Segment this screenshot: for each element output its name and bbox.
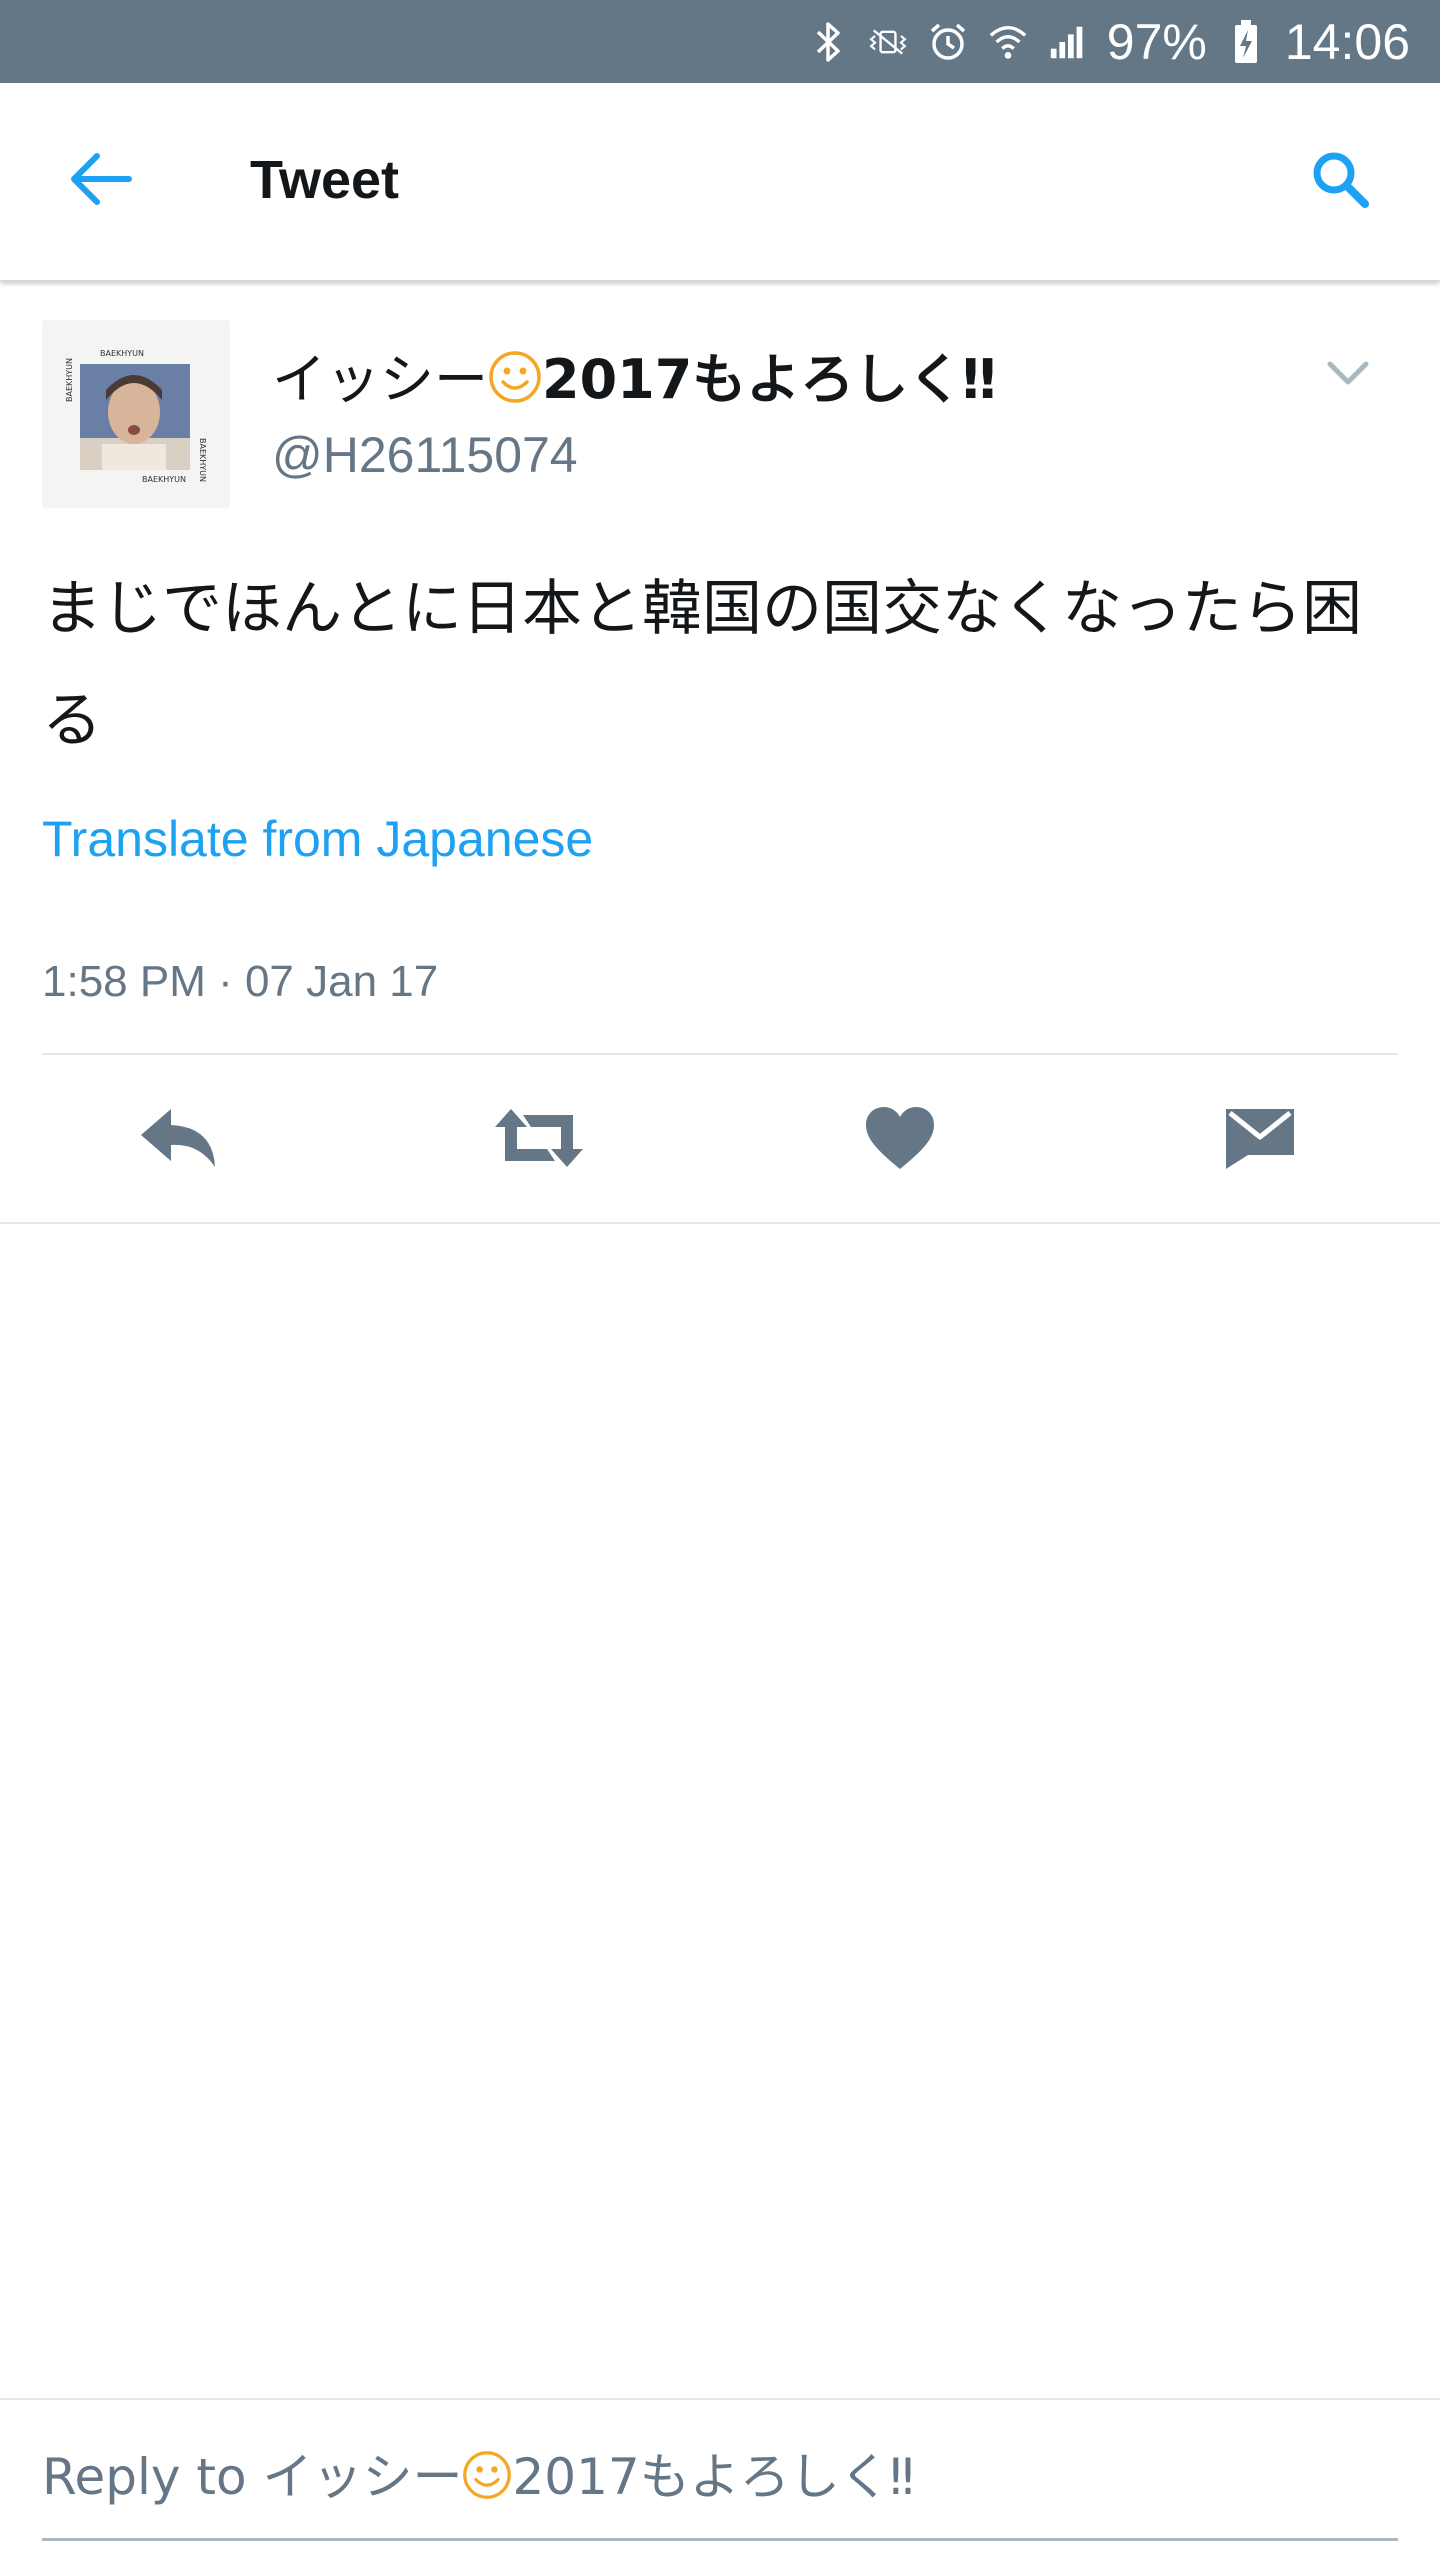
arrow-left-icon bbox=[67, 151, 133, 211]
clock-time: 14:06 bbox=[1284, 13, 1410, 70]
direct-message-button[interactable] bbox=[1205, 1095, 1315, 1185]
reply-input-underline bbox=[42, 2538, 1398, 2541]
reply-placeholder: Reply to イッシー 2017もよろしく‼ bbox=[42, 2450, 914, 2511]
tweet-actions bbox=[0, 1055, 1440, 1221]
search-button[interactable] bbox=[1292, 141, 1388, 221]
reply-prefix: Reply to bbox=[42, 2448, 247, 2506]
tweet-timestamp: 1:58 PM · 07 Jan 17 bbox=[42, 957, 439, 1006]
status-icons: 97% 14:06 bbox=[807, 0, 1410, 83]
bluetooth-icon bbox=[807, 21, 849, 63]
retweet-button[interactable] bbox=[484, 1095, 594, 1185]
svg-text:BAEKHYUN: BAEKHYUN bbox=[100, 349, 144, 358]
display-name[interactable]: イッシー 2017もよろしく‼ bbox=[272, 350, 996, 415]
reply-icon bbox=[137, 1105, 221, 1175]
vibrate-icon bbox=[867, 21, 909, 63]
reply-button[interactable] bbox=[124, 1095, 234, 1185]
svg-text:BAEKHYUN: BAEKHYUN bbox=[142, 475, 186, 484]
tweet-text: まじでほんとに日本と韓国の国交なくなったら困る bbox=[42, 574, 1362, 756]
tweet-menu-button[interactable] bbox=[1318, 350, 1378, 400]
smiley-icon bbox=[462, 2450, 512, 2511]
signal-icon bbox=[1047, 21, 1089, 63]
retweet-icon bbox=[491, 1105, 587, 1175]
smiley-icon bbox=[488, 350, 542, 415]
avatar[interactable]: BAEKHYUN BAEKHYUN BAEKHYUN BAEKHYUN bbox=[42, 320, 230, 508]
search-icon bbox=[1309, 148, 1371, 214]
divider bbox=[0, 1222, 1440, 1224]
translate-link[interactable]: Translate from Japanese bbox=[42, 812, 593, 867]
display-name-suffix: 2017もよろしく‼ bbox=[542, 348, 997, 411]
back-button[interactable] bbox=[52, 141, 148, 221]
like-button[interactable] bbox=[845, 1095, 955, 1185]
tweet-detail-screen: 97% 14:06 Tweet BAEKHYUN BAEKHYUN BAEKHY… bbox=[0, 0, 1440, 2560]
reply-input[interactable]: Reply to イッシー 2017もよろしく‼ bbox=[42, 2402, 1398, 2536]
envelope-icon bbox=[1224, 1105, 1296, 1175]
reply-name-suffix: 2017もよろしく‼ bbox=[512, 2448, 914, 2506]
chevron-down-icon bbox=[1326, 359, 1370, 391]
app-bar: Tweet bbox=[0, 83, 1440, 281]
alarm-icon bbox=[927, 21, 969, 63]
divider bbox=[0, 2398, 1440, 2400]
heart-icon bbox=[864, 1105, 936, 1175]
svg-text:BAEKHYUN: BAEKHYUN bbox=[65, 358, 74, 402]
reply-name-prefix: イッシー bbox=[262, 2448, 463, 2506]
page-title: Tweet bbox=[250, 150, 400, 210]
user-handle[interactable]: @H26115074 bbox=[272, 428, 578, 483]
svg-text:BAEKHYUN: BAEKHYUN bbox=[198, 438, 207, 482]
display-name-prefix: イッシー bbox=[272, 348, 488, 411]
battery-charging-icon bbox=[1225, 19, 1267, 63]
wifi-icon bbox=[987, 21, 1029, 63]
battery-percent: 97% bbox=[1106, 13, 1207, 70]
status-bar: 97% 14:06 bbox=[0, 0, 1440, 83]
